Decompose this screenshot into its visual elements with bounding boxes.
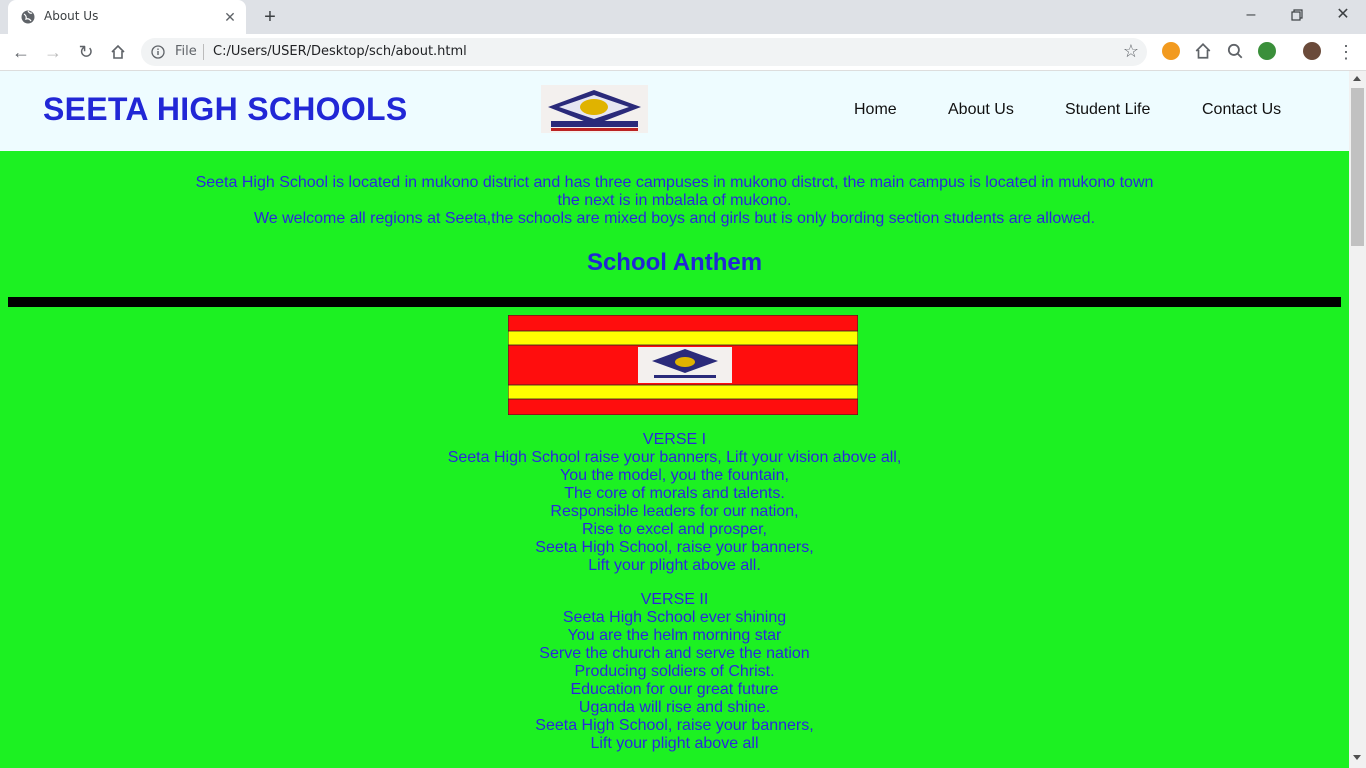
avatar[interactable] (1303, 42, 1321, 60)
intro-line: the next is in mbalala of mukono. (557, 192, 792, 209)
info-icon (151, 45, 165, 59)
verse-line: Serve the church and serve the nation (539, 645, 810, 662)
home-icon[interactable] (106, 40, 130, 64)
verse-2: VERSE II Seeta High School ever shining … (0, 591, 1349, 753)
intro-line: We welcome all regions at Seeta,the scho… (253, 210, 1096, 227)
verse-line: Education for our great future (570, 681, 779, 698)
verse-line: The core of morals and talents. (564, 485, 785, 502)
page-content: SEETA HIGH SCHOOLS Home About Us Student… (0, 71, 1349, 768)
nav-contact-link[interactable]: Contact Us (1202, 101, 1281, 119)
site-title: SEETA HIGH SCHOOLS (43, 91, 408, 127)
intro-text: Seeta High School is located in mukono d… (0, 174, 1349, 228)
extension-globe-icon[interactable] (1258, 42, 1276, 60)
restore-icon (1291, 9, 1303, 21)
school-logo (541, 85, 648, 133)
browser-toolbar: ← → ↻ File C:/Users/USER/Desktop/sch/abo… (0, 34, 1366, 71)
scroll-up-icon[interactable] (1353, 76, 1361, 81)
verse-line: Lift your plight above all (590, 735, 759, 752)
nav-home-link[interactable]: Home (854, 101, 897, 119)
minimize-button[interactable]: – (1236, 4, 1266, 26)
extension-c-icon[interactable] (1162, 42, 1180, 60)
verse-line: Rise to excel and prosper, (582, 521, 767, 538)
forward-arrow-icon[interactable]: → (41, 40, 65, 64)
verse-line: Seeta High School, raise your banners, (535, 717, 814, 734)
verse-line: Seeta High School raise your banners, Li… (447, 449, 902, 466)
tab-title: About Us (44, 9, 99, 23)
scroll-thumb[interactable] (1351, 88, 1364, 246)
new-tab-button[interactable]: + (259, 6, 281, 28)
verse-line: Producing soldiers of Christ. (574, 663, 775, 680)
school-flag (508, 315, 858, 415)
verse-line: You are the helm morning star (567, 627, 782, 644)
url-text[interactable]: C:/Users/USER/Desktop/sch/about.html (213, 44, 467, 59)
back-arrow-icon[interactable]: ← (9, 40, 33, 64)
address-bar[interactable]: File C:/Users/USER/Desktop/sch/about.htm… (141, 38, 1147, 66)
globe-icon (21, 10, 35, 24)
intro-line: Seeta High School is located in mukono d… (195, 174, 1154, 191)
divider (203, 44, 204, 60)
anthem-title: School Anthem (586, 249, 763, 276)
nav-student-life-link[interactable]: Student Life (1065, 101, 1150, 119)
verse-line: Lift your plight above all. (588, 557, 761, 574)
bookmark-star-icon[interactable]: ☆ (1123, 41, 1139, 62)
reload-icon[interactable]: ↻ (74, 40, 98, 64)
horizontal-rule (8, 297, 1341, 307)
scroll-down-icon[interactable] (1353, 755, 1361, 760)
restore-button[interactable] (1282, 4, 1312, 26)
close-tab-icon[interactable]: ✕ (222, 9, 238, 25)
file-label: File (175, 44, 197, 59)
close-window-button[interactable]: ✕ (1328, 4, 1358, 26)
verse-line: Uganda will rise and shine. (578, 699, 771, 716)
nav-about-link[interactable]: About Us (948, 101, 1014, 119)
verse-line: Seeta High School, raise your banners, (535, 539, 814, 556)
browser-tab[interactable]: About Us ✕ (8, 0, 246, 34)
site-header: SEETA HIGH SCHOOLS Home About Us Student… (0, 71, 1349, 151)
verse-line: You the model, you the fountain, (560, 467, 789, 484)
menu-dots-icon[interactable]: ⋮ (1334, 40, 1358, 64)
browser-tabstrip: About Us ✕ + – ✕ (0, 0, 1366, 34)
extension-home-icon[interactable] (1194, 42, 1212, 60)
verse-1: VERSE I Seeta High School raise your ban… (0, 431, 1349, 575)
vertical-scrollbar[interactable] (1349, 71, 1366, 768)
verse-heading: VERSE II (640, 591, 709, 608)
verse-heading: VERSE I (642, 431, 707, 448)
verse-line: Seeta High School ever shining (562, 609, 787, 626)
verse-line: Responsible leaders for our nation, (550, 503, 799, 520)
extension-search-icon[interactable] (1226, 42, 1244, 60)
